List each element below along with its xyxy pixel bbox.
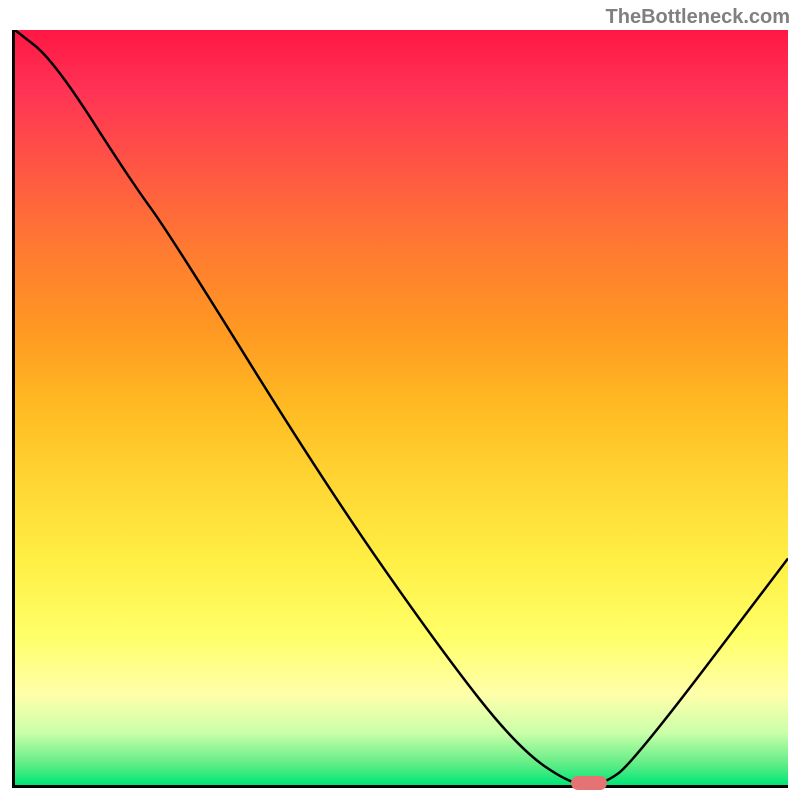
optimal-marker: [571, 776, 607, 790]
watermark-text: TheBottleneck.com: [606, 6, 790, 29]
chart-container: [12, 30, 788, 788]
bottleneck-curve: [15, 30, 788, 785]
